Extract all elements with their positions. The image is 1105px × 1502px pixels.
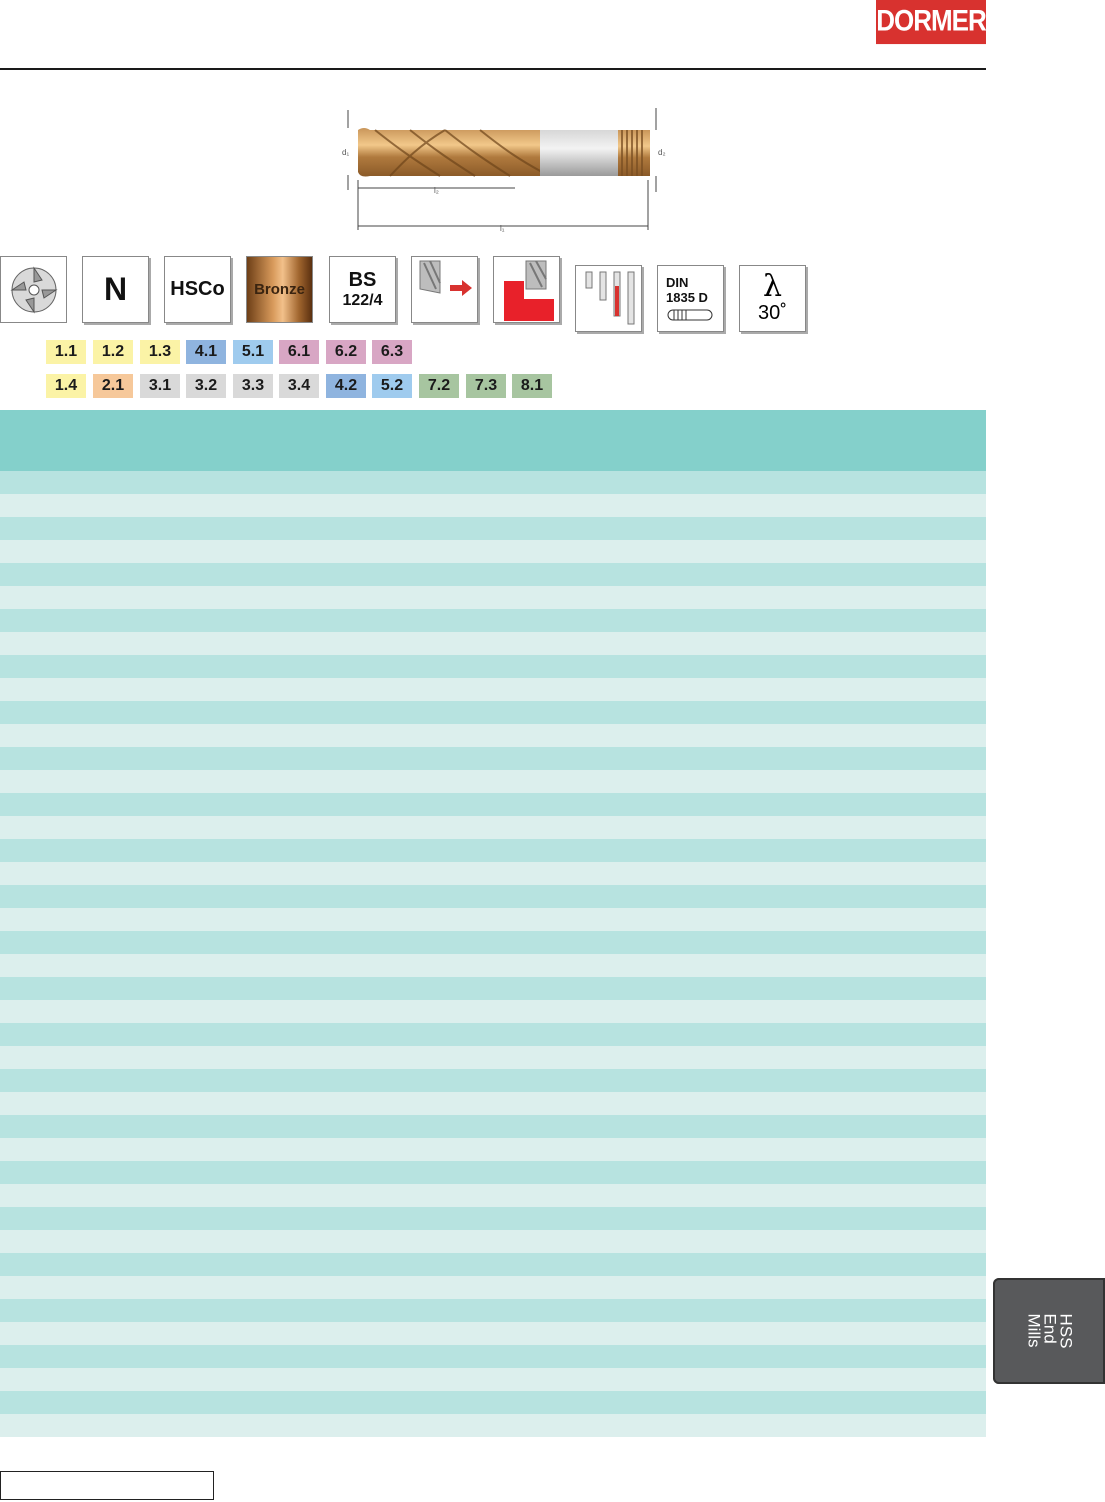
- table-row: [0, 1046, 986, 1069]
- table-row: [0, 1230, 986, 1253]
- table-row: [0, 1092, 986, 1115]
- hsco-material-icon: HSCo: [164, 256, 231, 323]
- material-group-badge: 5.1: [233, 340, 273, 364]
- material-group-badge: 1.4: [46, 374, 86, 398]
- material-group-badge: 7.2: [419, 374, 459, 398]
- end-mill-drawing: d₁ d₂ l₂ l₁: [330, 100, 685, 240]
- table-row: [0, 1368, 986, 1391]
- table-row: [0, 1000, 986, 1023]
- material-group-badge: 1.1: [46, 340, 86, 364]
- helix-types-icon: [575, 265, 642, 332]
- material-group-badge: 1.2: [93, 340, 133, 364]
- table-row: [0, 1069, 986, 1092]
- table-row: [0, 954, 986, 977]
- header-rule: [0, 68, 986, 70]
- section-tab-label: HSS End Mills: [1024, 1313, 1075, 1349]
- table-row: [0, 1184, 986, 1207]
- table-row: [0, 724, 986, 747]
- helix-angle-icon: λ 30˚: [739, 265, 806, 332]
- section-tab-hss-end-mills[interactable]: HSS End Mills: [993, 1278, 1105, 1384]
- n-type-icon: N: [82, 256, 149, 323]
- product-table-body: [0, 471, 986, 1437]
- table-row: [0, 793, 986, 816]
- table-row: [0, 586, 986, 609]
- material-group-badge: 3.4: [279, 374, 319, 398]
- table-row: [0, 1138, 986, 1161]
- table-row: [0, 609, 986, 632]
- material-group-badge: 4.1: [186, 340, 226, 364]
- table-row: [0, 494, 986, 517]
- table-row: [0, 678, 986, 701]
- product-table-header: [0, 410, 986, 471]
- table-row: [0, 517, 986, 540]
- bronze-coating-icon: Bronze: [246, 256, 313, 323]
- table-row: [0, 563, 986, 586]
- table-row: [0, 1345, 986, 1368]
- table-row: [0, 1276, 986, 1299]
- material-group-badge: 3.2: [186, 374, 226, 398]
- table-row: [0, 632, 986, 655]
- feed-direction-icon: [411, 256, 478, 323]
- material-group-badge: 2.1: [93, 374, 133, 398]
- table-row: [0, 655, 986, 678]
- slot-milling-icon: [493, 256, 560, 323]
- material-group-badge: 3.3: [233, 374, 273, 398]
- table-row: [0, 540, 986, 563]
- table-row: [0, 885, 986, 908]
- material-group-badge: 6.3: [372, 340, 412, 364]
- table-row: [0, 471, 986, 494]
- footer-box: [0, 1471, 214, 1500]
- table-row: [0, 770, 986, 793]
- dormer-logo: DORMER: [876, 0, 987, 45]
- table-row: [0, 908, 986, 931]
- material-group-badge: 5.2: [372, 374, 412, 398]
- table-row: [0, 1414, 986, 1437]
- material-group-badge: 1.3: [140, 340, 180, 364]
- table-row: [0, 1023, 986, 1046]
- table-row: [0, 747, 986, 770]
- end-mill-illustration: [347, 108, 657, 230]
- table-row: [0, 839, 986, 862]
- table-row: [0, 1115, 986, 1138]
- material-group-badge: 4.2: [326, 374, 366, 398]
- shank-standard-icon: DIN 1835 D: [657, 265, 724, 332]
- table-row: [0, 816, 986, 839]
- table-row: [0, 1322, 986, 1345]
- four-flute-cutter-icon: [0, 256, 67, 323]
- d1-label: d₁: [342, 148, 350, 157]
- standard-icon: BS 122/4: [329, 256, 396, 323]
- table-row: [0, 1299, 986, 1322]
- table-row: [0, 1253, 986, 1276]
- material-group-badge: 3.1: [140, 374, 180, 398]
- table-row: [0, 977, 986, 1000]
- table-row: [0, 1391, 986, 1414]
- material-group-badge: 6.2: [326, 340, 366, 364]
- table-row: [0, 701, 986, 724]
- material-group-badge: 7.3: [466, 374, 506, 398]
- material-group-badge: 6.1: [279, 340, 319, 364]
- table-row: [0, 1161, 986, 1184]
- table-row: [0, 1207, 986, 1230]
- l1-label: l₁: [500, 224, 505, 233]
- l2-label: l₂: [434, 186, 439, 195]
- d2-label: d₂: [658, 148, 666, 157]
- material-group-badge: 8.1: [512, 374, 552, 398]
- table-row: [0, 862, 986, 885]
- table-row: [0, 931, 986, 954]
